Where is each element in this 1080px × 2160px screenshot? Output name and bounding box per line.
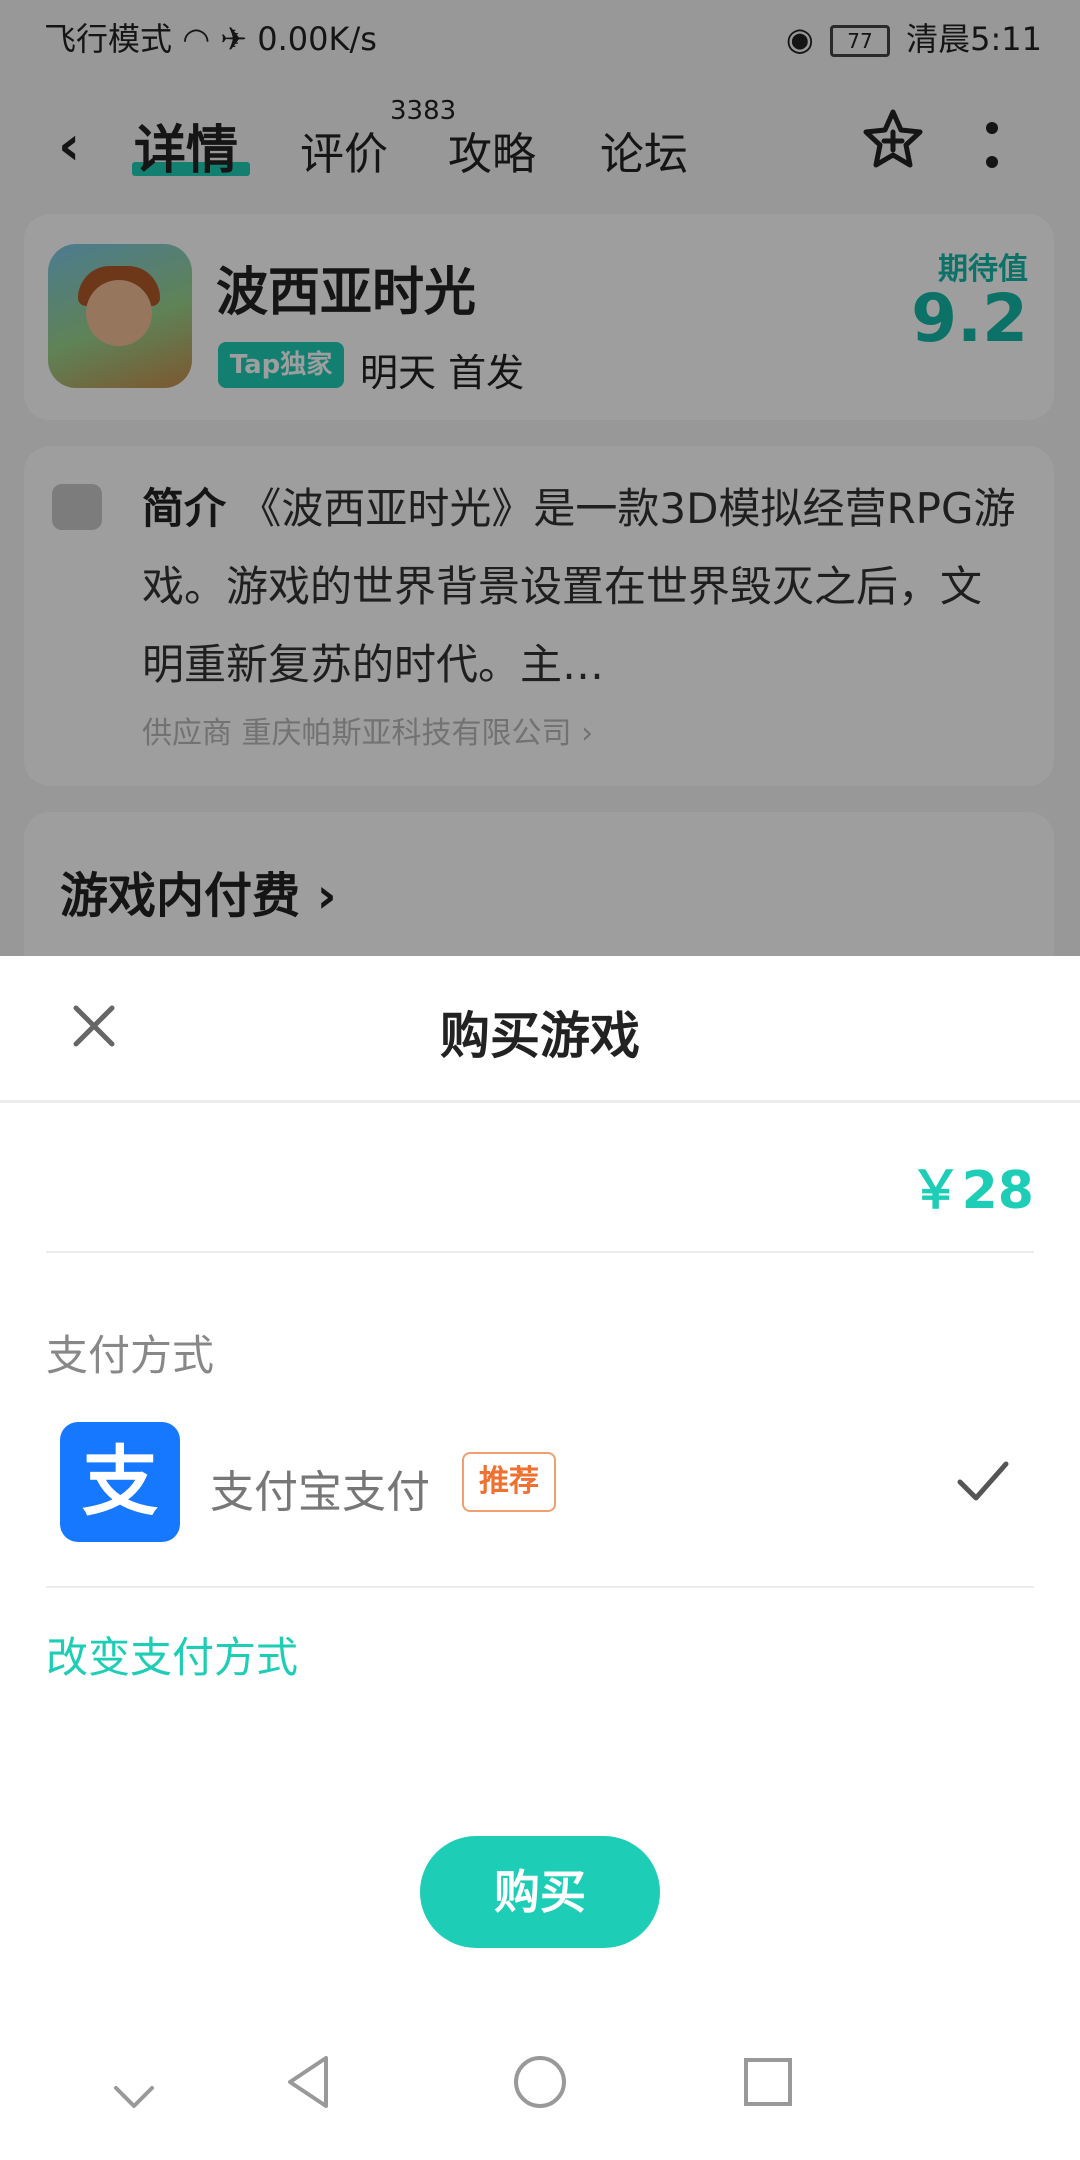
recents-square-icon[interactable] bbox=[738, 2052, 798, 2112]
price: ￥28 bbox=[909, 1161, 1034, 1221]
alipay-icon: 支 bbox=[60, 1422, 180, 1542]
change-payment-link[interactable]: 改变支付方式 bbox=[46, 1624, 298, 1685]
collapse-chevron-icon[interactable] bbox=[104, 2068, 164, 2128]
home-circle-icon[interactable] bbox=[510, 2052, 570, 2112]
recommend-badge: 推荐 bbox=[462, 1452, 556, 1512]
checkmark-icon[interactable] bbox=[956, 1454, 1010, 1508]
purchase-sheet: 购买游戏 ￥28 支付方式 支 支付宝支付 推荐 改变支付方式 购买 bbox=[0, 956, 1080, 2160]
buy-button[interactable]: 购买 bbox=[420, 1836, 660, 1948]
divider bbox=[0, 1100, 1080, 1103]
sheet-title: 购买游戏 bbox=[440, 1007, 640, 1065]
dim-overlay[interactable] bbox=[0, 0, 1080, 956]
divider bbox=[46, 1251, 1034, 1253]
payment-method-name[interactable]: 支付宝支付 bbox=[210, 1456, 430, 1520]
payment-method-label: 支付方式 bbox=[46, 1331, 215, 1380]
back-triangle-icon[interactable] bbox=[280, 2052, 340, 2112]
divider bbox=[46, 1586, 1034, 1588]
